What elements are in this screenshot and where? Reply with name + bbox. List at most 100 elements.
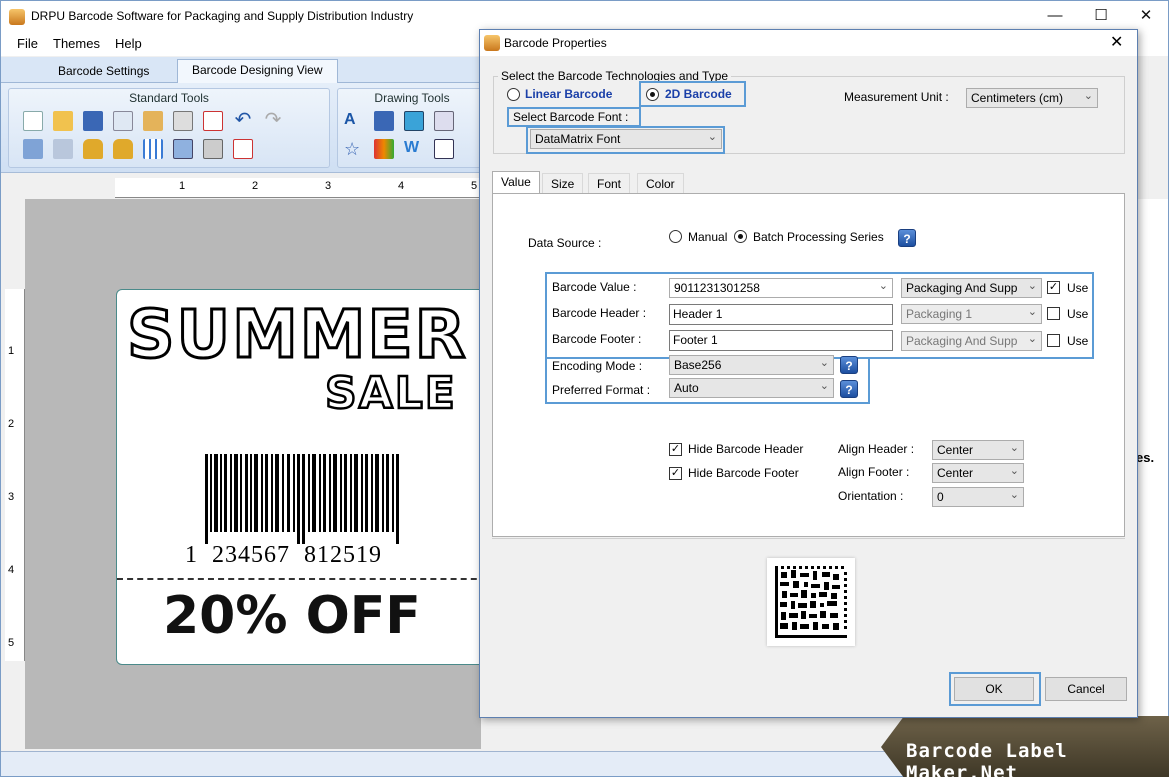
tab-size[interactable]: Size <box>542 173 584 194</box>
minimize-icon[interactable]: — <box>1032 1 1078 31</box>
barcode-value-series-select[interactable]: Packaging And Supp ⌄ <box>901 278 1042 298</box>
preferred-format-select[interactable]: Auto ⌄ <box>669 378 834 398</box>
hide-header-label: Hide Barcode Header <box>688 442 804 456</box>
redo-icon[interactable]: ↷ <box>263 110 283 131</box>
barcode-value-input[interactable]: 9011231301258 ⌄ <box>669 278 893 298</box>
linear-barcode-label[interactable]: Linear Barcode <box>525 87 612 101</box>
label-divider <box>117 578 497 580</box>
bring-front-icon[interactable] <box>23 139 43 159</box>
measurement-unit-select[interactable]: Centimeters (cm) ⌄ <box>966 88 1098 108</box>
barcode-header-series-select[interactable]: Packaging 1 ⌄ <box>901 304 1042 324</box>
background-text: es. <box>1136 450 1155 465</box>
orientation-value: 0 <box>937 490 944 504</box>
barcode-header-label: Barcode Header : <box>552 306 647 320</box>
cancel-button[interactable]: Cancel <box>1045 677 1127 701</box>
help-icon[interactable]: ? <box>840 356 858 374</box>
tab-color[interactable]: Color <box>637 173 684 194</box>
label-barcode[interactable] <box>205 454 401 544</box>
image-tool-icon[interactable] <box>404 111 424 131</box>
orientation-select[interactable]: 0 ⌄ <box>932 487 1024 507</box>
chevron-down-icon: ⌄ <box>1027 333 1037 345</box>
label-headline[interactable]: SUMMER <box>125 295 467 375</box>
delete-icon[interactable] <box>203 111 223 131</box>
menu-help[interactable]: Help <box>115 36 142 51</box>
label-design[interactable]: SUMMER SALE 1 234567 812519 20% OFF <box>116 289 497 665</box>
paste-icon[interactable] <box>143 111 163 131</box>
dialog-title: Barcode Properties <box>504 36 607 50</box>
tab-value[interactable]: Value <box>492 171 540 195</box>
preferred-format-label: Preferred Format : <box>552 383 651 397</box>
align-header-select[interactable]: Center ⌄ <box>932 440 1024 460</box>
align-footer-value: Center <box>937 466 974 480</box>
export-icon[interactable] <box>233 139 253 159</box>
shape-tool-icon[interactable] <box>434 139 454 159</box>
dialog-close-icon[interactable]: ✕ <box>1110 32 1123 52</box>
barcode-footer-use-checkbox[interactable] <box>1047 334 1060 347</box>
dialog-icon <box>484 35 500 51</box>
library-icon[interactable] <box>374 139 394 159</box>
batch-series-label[interactable]: Batch Processing Series <box>753 230 884 244</box>
cut-icon[interactable] <box>173 111 193 131</box>
pen-tool-icon[interactable] <box>374 111 394 131</box>
barcode-footer-series-select[interactable]: Packaging And Supp ⌄ <box>901 331 1042 351</box>
use-label: Use <box>1067 307 1089 321</box>
ruler-h-2: 2 <box>252 180 259 192</box>
tab-font[interactable]: Font <box>588 173 631 194</box>
hide-footer-checkbox[interactable]: ✓ <box>669 467 682 480</box>
ruler-h-5: 5 <box>471 180 478 192</box>
help-icon[interactable]: ? <box>840 380 858 398</box>
hide-header-checkbox[interactable]: ✓ <box>669 443 682 456</box>
encoding-mode-label: Encoding Mode : <box>552 359 643 373</box>
tab-barcode-designing-view[interactable]: Barcode Designing View <box>177 59 338 84</box>
lock-icon[interactable] <box>83 139 103 159</box>
menu-file[interactable]: File <box>17 36 38 51</box>
chevron-down-icon: ⌄ <box>878 280 888 292</box>
barcode-properties-dialog: Barcode Properties ✕ Select the Barcode … <box>479 29 1138 718</box>
label-subline[interactable]: SALE <box>324 367 457 421</box>
manual-label[interactable]: Manual <box>688 230 727 244</box>
ok-button[interactable]: OK <box>954 677 1034 701</box>
encoding-mode-select[interactable]: Base256 ⌄ <box>669 355 834 375</box>
undo-icon[interactable]: ↶ <box>233 110 253 131</box>
help-icon[interactable]: ? <box>898 229 916 247</box>
barcode-tool-icon[interactable] <box>434 111 454 131</box>
ruler-h-4: 4 <box>398 180 405 192</box>
tab-barcode-settings[interactable]: Barcode Settings <box>44 61 163 83</box>
batch-series-radio[interactable] <box>734 230 747 243</box>
align-footer-select[interactable]: Center ⌄ <box>932 463 1024 483</box>
ruler-v-1: 1 <box>8 345 15 357</box>
label-offer[interactable]: 20% OFF <box>163 586 421 646</box>
barcode-footer-input[interactable]: Footer 1 <box>669 330 893 351</box>
linear-barcode-radio[interactable] <box>507 88 520 101</box>
manual-radio[interactable] <box>669 230 682 243</box>
open-icon[interactable] <box>53 111 73 131</box>
text-tool-icon[interactable]: A <box>344 111 364 131</box>
send-back-icon[interactable] <box>53 139 73 159</box>
close-icon[interactable]: ✕ <box>1123 1 1169 31</box>
app-icon <box>9 9 25 25</box>
copy-doc-icon[interactable] <box>113 111 133 131</box>
watermark-text: Barcode Label Maker.Net <box>906 740 1068 777</box>
2d-barcode-label[interactable]: 2D Barcode <box>665 87 732 101</box>
chevron-down-icon: ⌄ <box>1027 280 1037 292</box>
use-label: Use <box>1067 281 1089 295</box>
barcode-font-label: Select Barcode Font : <box>513 110 629 124</box>
barcode-header-input[interactable]: Header 1 <box>669 304 893 325</box>
barcode-header-use-checkbox[interactable] <box>1047 307 1060 320</box>
barcode-font-select[interactable]: DataMatrix Font ⌄ <box>530 129 722 149</box>
barcode-value-use-checkbox[interactable]: ✓ <box>1047 281 1060 294</box>
star-tool-icon[interactable]: ☆ <box>344 139 364 159</box>
grid-icon[interactable] <box>143 139 163 159</box>
chevron-down-icon: ⌄ <box>1009 489 1019 501</box>
chevron-down-icon: ⌄ <box>1009 465 1019 477</box>
save-icon[interactable] <box>83 111 103 131</box>
maximize-icon[interactable]: ☐ <box>1078 1 1124 31</box>
menu-themes[interactable]: Themes <box>53 36 100 51</box>
print-icon[interactable] <box>203 139 223 159</box>
print-preview-icon[interactable] <box>173 139 193 159</box>
wordart-icon[interactable]: W <box>404 139 424 159</box>
unlock-icon[interactable] <box>113 139 133 159</box>
new-icon[interactable] <box>23 111 43 131</box>
2d-barcode-radio[interactable] <box>646 88 659 101</box>
barcode-header-series: Packaging 1 <box>906 307 973 321</box>
